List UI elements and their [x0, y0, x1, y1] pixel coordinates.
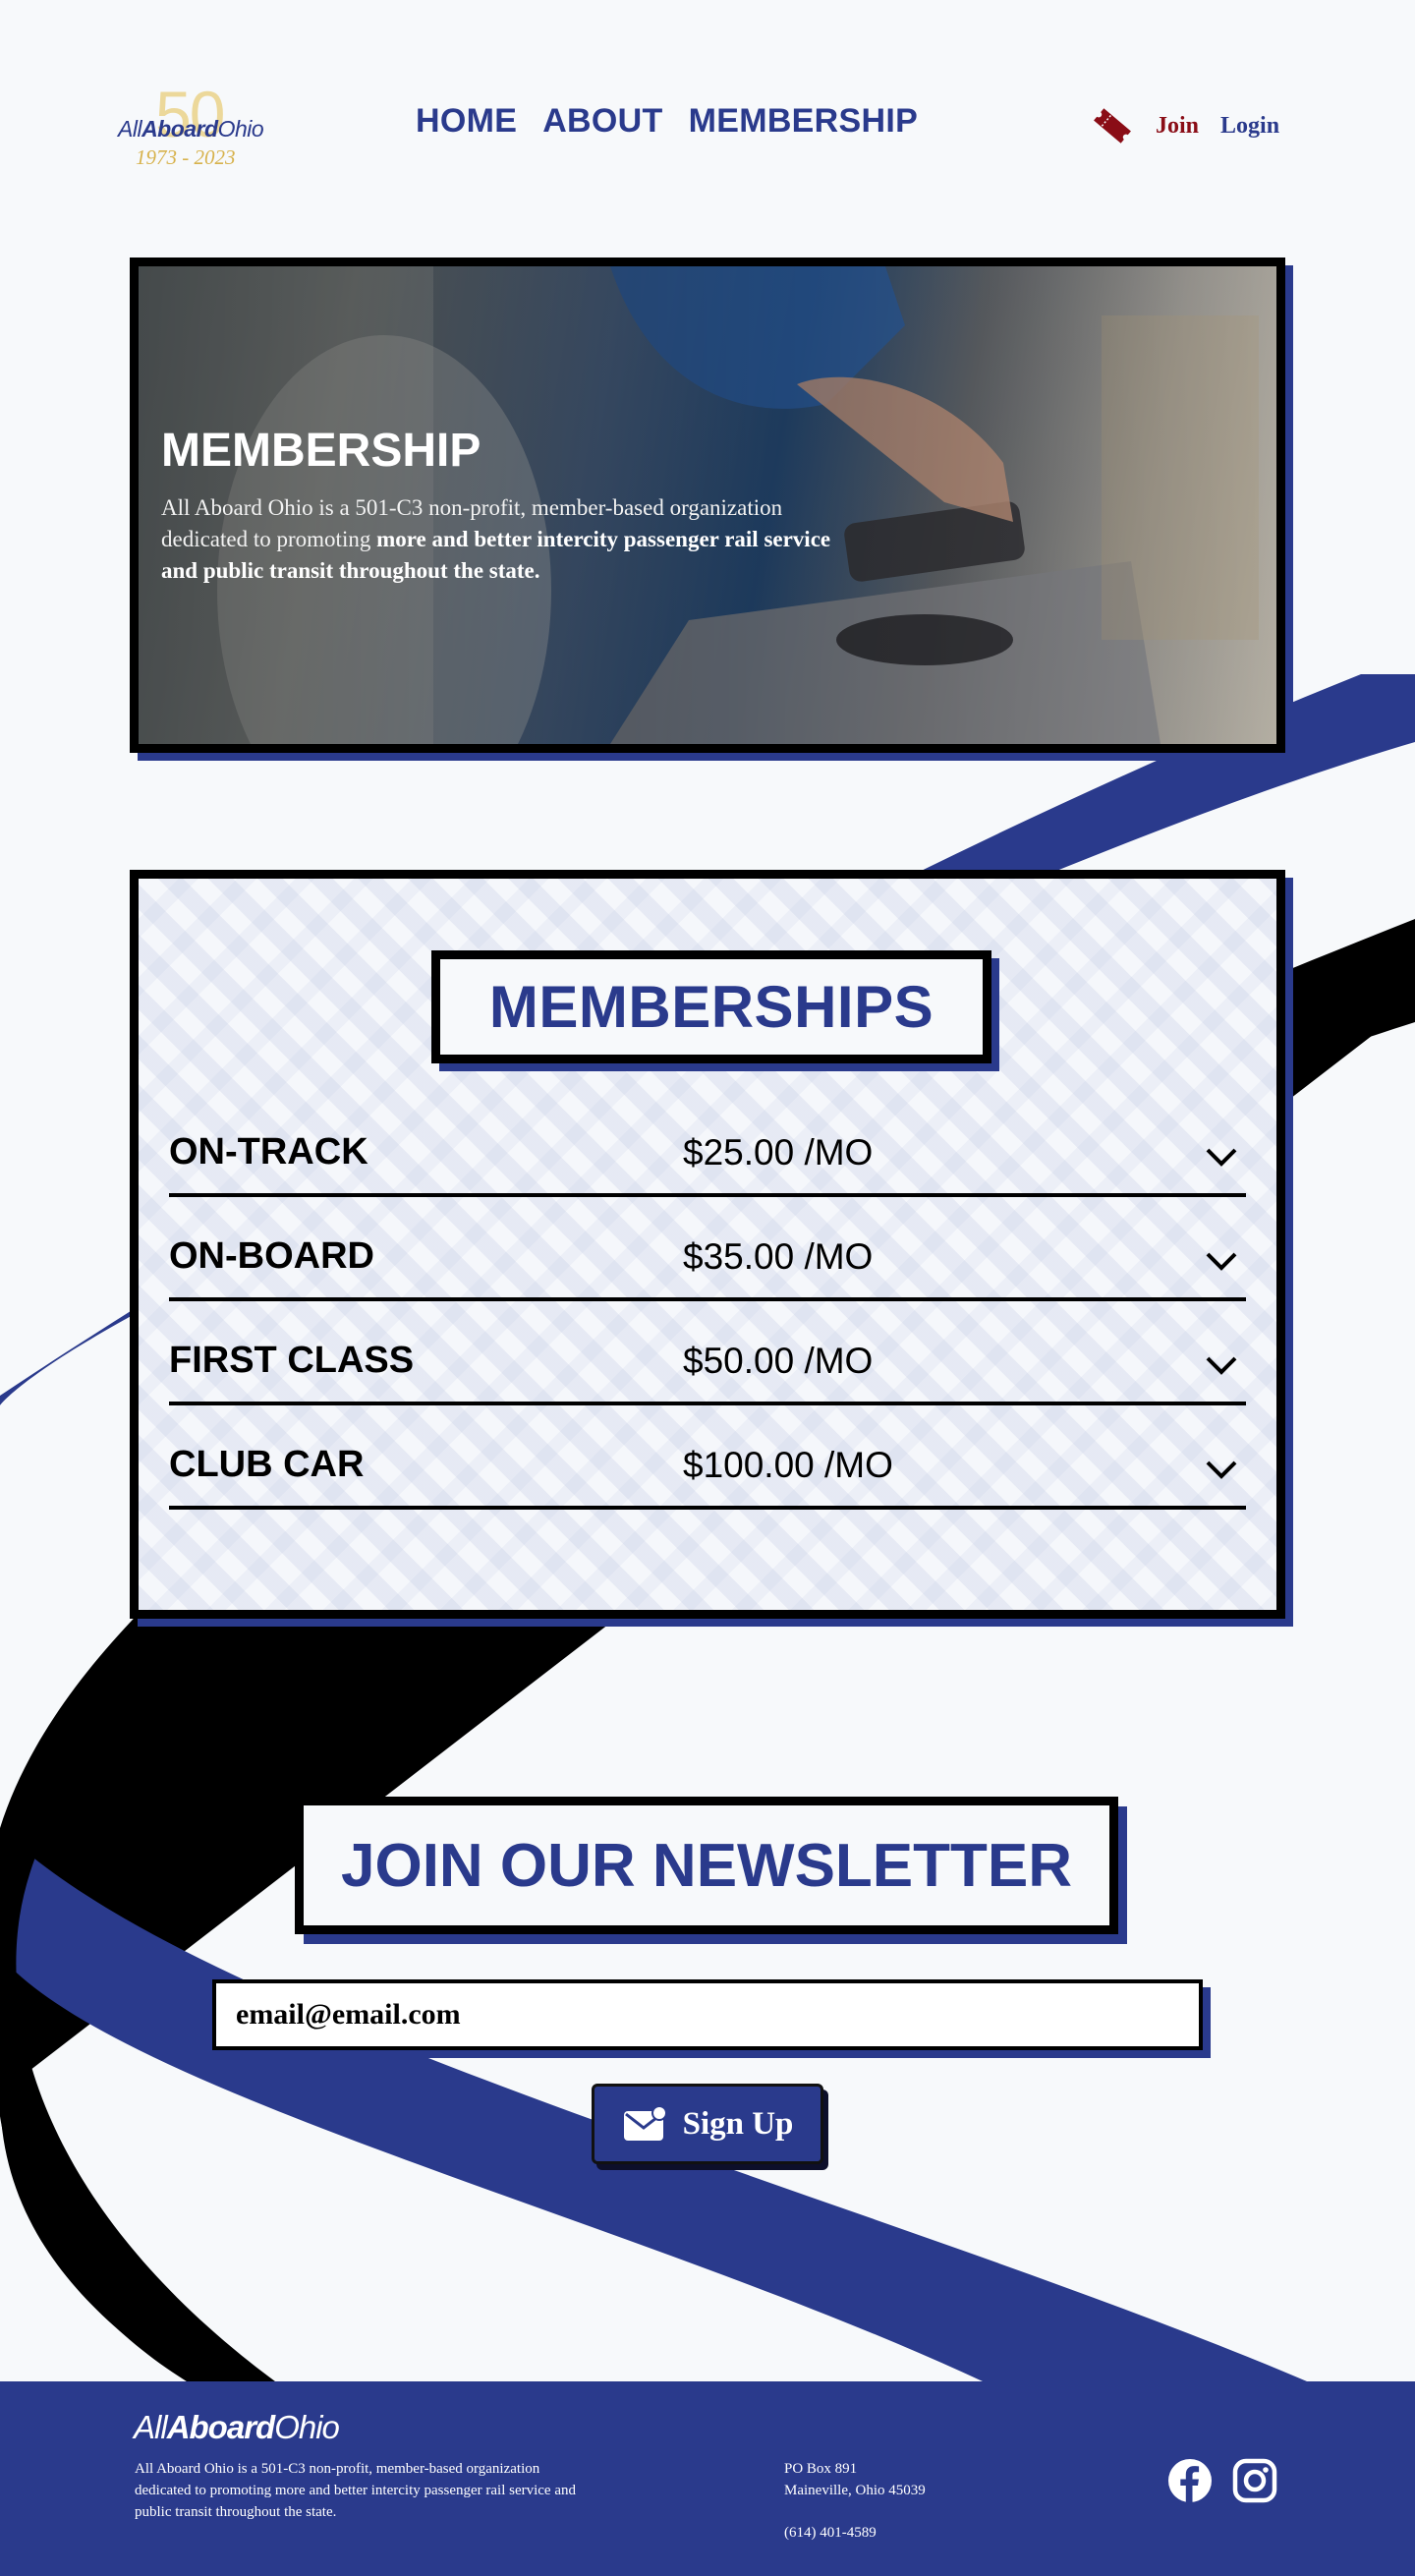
facebook-icon[interactable] [1167, 2458, 1213, 2503]
membership-hero: MEMBERSHIP All Aboard Ohio is a 501-C3 n… [130, 258, 1285, 753]
ticket-icon [1094, 108, 1131, 143]
nav-home[interactable]: HOME [416, 102, 517, 141]
tier-first-class[interactable]: FIRST CLASS $50.00 /MO [169, 1301, 1246, 1405]
footer-description: All Aboard Ohio is a 501-C3 non-profit, … [135, 2461, 576, 2520]
tier-name: ON-TRACK [169, 1131, 368, 1173]
tier-price: $25.00 /MO [683, 1132, 874, 1173]
address-line-2: Maineville, Ohio 45039 [784, 2483, 926, 2498]
auth-links: Join Login [1091, 108, 1279, 143]
site-header: 50 AllAboardOhio 1973 - 2023 HOME ABOUT … [0, 0, 1415, 246]
site-footer: AllAboardOhio All Aboard Ohio is a 501-C… [0, 2381, 1415, 2576]
membership-tier-list: ON-TRACK $25.00 /MO ON-BOARD $35.00 /MO … [169, 1093, 1246, 1510]
login-link[interactable]: Login [1220, 113, 1279, 140]
chevron-down-icon[interactable] [1205, 1354, 1238, 1376]
memberships-heading-box: MEMBERSHIPS [431, 950, 991, 1063]
footer-logo-bold: Aboard [166, 2409, 275, 2445]
logo-word-bold: Aboard [142, 116, 218, 142]
chevron-down-icon[interactable] [1205, 1250, 1238, 1272]
footer-address: PO Box 891 Maineville, Ohio 45039 [784, 2458, 926, 2501]
signup-button[interactable]: Sign Up [592, 2084, 823, 2164]
tier-on-track[interactable]: ON-TRACK $25.00 /MO [169, 1093, 1246, 1197]
address-line-1: PO Box 891 [784, 2461, 858, 2477]
nav-about[interactable]: ABOUT [542, 102, 662, 141]
newsletter-title: JOIN OUR NEWSLETTER [340, 1831, 1073, 1900]
logo-word-end: Ohio [217, 116, 264, 142]
hero-title: MEMBERSHIP [161, 425, 481, 477]
mail-icon [623, 2105, 667, 2141]
social-links [1167, 2458, 1277, 2503]
logo-years: 1973 - 2023 [136, 145, 236, 169]
signup-label: Sign Up [682, 2105, 794, 2142]
tier-on-board[interactable]: ON-BOARD $35.00 /MO [169, 1197, 1246, 1301]
tier-price: $35.00 /MO [683, 1236, 874, 1277]
main-nav: HOME ABOUT MEMBERSHIP [416, 102, 918, 141]
memberships-title: MEMBERSHIPS [488, 974, 934, 1040]
chevron-down-icon[interactable] [1205, 1146, 1238, 1168]
join-link[interactable]: Join [1156, 113, 1199, 140]
tier-name: FIRST CLASS [169, 1340, 415, 1381]
memberships-panel: MEMBERSHIPS ON-TRACK $25.00 /MO ON-BOARD… [130, 870, 1285, 1619]
footer-logo-light: All [134, 2409, 168, 2445]
email-field[interactable] [212, 1979, 1203, 2050]
chevron-down-icon[interactable] [1205, 1459, 1238, 1480]
footer-logo[interactable]: AllAboardOhio [134, 2409, 340, 2446]
tier-club-car[interactable]: CLUB CAR $100.00 /MO [169, 1405, 1246, 1510]
footer-phone[interactable]: (614) 401-4589 [784, 2525, 877, 2542]
memberships-heading: MEMBERSHIPS [431, 950, 999, 1071]
hero-description: All Aboard Ohio is a 501-C3 non-profit, … [161, 492, 849, 587]
all-aboard-ohio-50-logo[interactable]: 50 AllAboardOhio 1973 - 2023 [116, 78, 283, 173]
logo-word-light: All [118, 116, 142, 142]
tier-name: ON-BOARD [169, 1235, 374, 1277]
tier-name: CLUB CAR [169, 1444, 365, 1485]
nav-membership[interactable]: MEMBERSHIP [689, 102, 918, 141]
footer-logo-end: Ohio [274, 2409, 340, 2445]
newsletter-heading-box: JOIN OUR NEWSLETTER [295, 1797, 1118, 1934]
tier-price: $100.00 /MO [683, 1445, 893, 1485]
logo-wordmark: AllAboardOhio [118, 116, 264, 143]
tier-price: $50.00 /MO [683, 1341, 874, 1381]
instagram-icon[interactable] [1232, 2458, 1277, 2503]
